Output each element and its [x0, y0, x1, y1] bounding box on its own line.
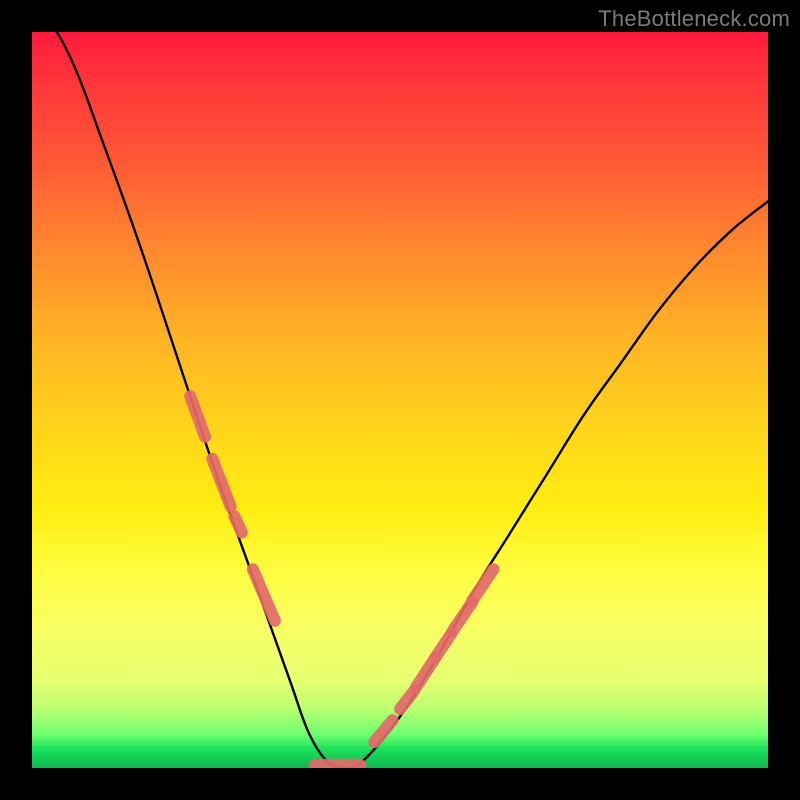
- overlay-segment: [190, 396, 205, 437]
- overlay-segment: [234, 516, 241, 532]
- chart-svg: [32, 32, 768, 768]
- overlay-segment: [453, 602, 472, 630]
- overlay-markers: [190, 396, 493, 766]
- overlay-segment: [212, 459, 230, 507]
- overlay-segment: [400, 690, 415, 709]
- bottleneck-curve: [32, 32, 768, 768]
- overlay-segment: [435, 633, 451, 657]
- overlay-segment: [374, 720, 392, 742]
- plot-area: [32, 32, 768, 768]
- chart-frame: TheBottleneck.com: [0, 0, 800, 800]
- watermark-text: TheBottleneck.com: [598, 6, 790, 32]
- overlay-segment: [253, 569, 275, 621]
